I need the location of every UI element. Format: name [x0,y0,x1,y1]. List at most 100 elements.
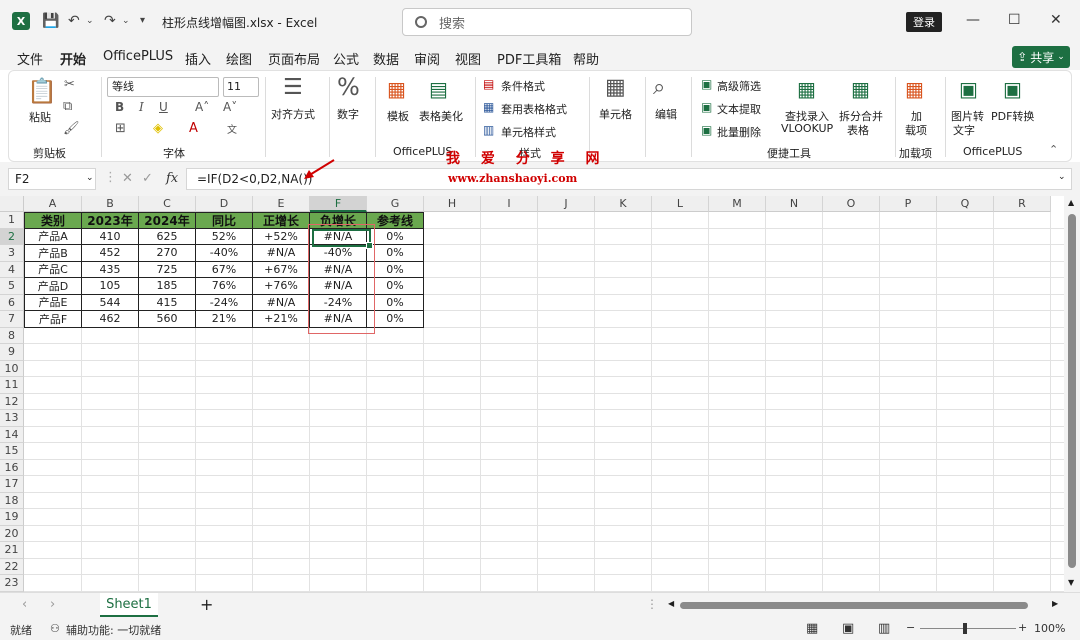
zoom-slider-thumb[interactable] [963,623,967,634]
table-format-button[interactable]: 套用表格格式 [501,101,567,117]
table-cell[interactable]: 76% [196,278,253,295]
table-header-cell[interactable]: 同比 [196,212,253,229]
table-cell[interactable]: 产品B [24,245,82,262]
table-cell[interactable]: 21% [196,311,253,328]
row-header[interactable]: 2 [0,228,24,245]
number-button[interactable]: 数字 [337,106,359,122]
column-header[interactable]: H [424,196,481,212]
copy-icon[interactable]: ⧉ [63,99,72,114]
table-cell[interactable]: 0% [367,278,424,295]
table-header-cell[interactable]: 2024年 [139,212,196,229]
name-box[interactable]: F2 [8,168,96,190]
pdf-convert-icon[interactable]: ▣ [1003,77,1022,101]
undo-icon[interactable]: ↶ [68,13,80,29]
close-icon[interactable]: ✕ [1050,12,1062,28]
table-cell[interactable]: 0% [367,261,424,278]
column-header[interactable]: M [709,196,766,212]
row-header[interactable]: 7 [0,311,24,328]
row-header[interactable]: 3 [0,245,24,262]
table-cell[interactable]: +21% [253,311,310,328]
column-header[interactable]: C [139,196,196,212]
row-header[interactable]: 13 [0,410,24,427]
table-header-cell[interactable]: 正增长 [253,212,310,229]
scroll-left-icon[interactable]: ◀ [668,599,674,608]
tab-help[interactable]: 帮助 [573,49,599,68]
scroll-right-icon[interactable]: ▶ [1052,599,1058,608]
align-button[interactable]: 对齐方式 [271,106,315,122]
font-size-select[interactable]: 11 [223,77,259,97]
customize-qat-icon[interactable]: ▾ [140,15,145,26]
table-cell[interactable]: 0% [367,294,424,311]
table-cell[interactable]: 产品E [24,294,82,311]
row-header[interactable]: 11 [0,377,24,394]
table-cell[interactable]: -40% [196,245,253,262]
add-sheet-icon[interactable]: + [200,595,213,614]
batch-delete-icon[interactable]: ▣ [701,123,712,137]
adv-filter-icon[interactable]: ▣ [701,77,712,91]
row-header[interactable]: 12 [0,393,24,410]
row-header[interactable]: 6 [0,294,24,311]
column-header[interactable]: D [196,196,253,212]
expand-formula-icon[interactable]: ⌄ [1058,172,1066,182]
table-cell[interactable]: -24% [196,294,253,311]
table-header-cell[interactable]: 类别 [24,212,82,229]
column-header[interactable]: E [253,196,310,212]
table-beautify-icon[interactable]: ▤ [429,77,448,101]
vertical-scroll-thumb[interactable] [1068,214,1076,568]
table-cell[interactable]: 产品F [24,311,82,328]
row-header[interactable]: 14 [0,426,24,443]
accessibility-status[interactable]: 辅助功能: 一切就绪 [66,622,161,638]
vlookup-icon[interactable]: ▦ [797,77,816,101]
percent-icon[interactable]: % [337,73,360,101]
column-header[interactable]: L [652,196,709,212]
table-cell[interactable]: #N/A [253,294,310,311]
login-button[interactable]: 登录 [906,12,942,32]
worksheet-grid[interactable]: A B C D E F G H I J K L M N O P Q R 1 2 3 4 5 6 7 8 9 10 11 12 13 14 15 1… [0,196,1064,592]
table-cell[interactable]: 产品C [24,261,82,278]
row-header[interactable]: 17 [0,476,24,493]
row-header[interactable]: 8 [0,327,24,344]
sheet-options-icon[interactable]: ⋮ [646,597,658,611]
column-header[interactable]: F [310,196,367,212]
normal-view-icon[interactable]: ▦ [806,621,818,636]
row-header[interactable]: 4 [0,261,24,278]
addins-icon[interactable]: ▦ [905,77,924,101]
enter-icon[interactable]: ✓ [142,171,153,186]
image-to-text-label-2[interactable]: 文字 [953,122,975,138]
page-break-view-icon[interactable]: ▥ [878,621,890,636]
vlookup-label-2[interactable]: VLOOKUP [781,122,833,135]
tab-page-layout[interactable]: 页面布局 [268,49,320,68]
decrease-font-icon[interactable]: A˅ [223,100,237,114]
font-name-select[interactable]: 等线 [107,77,219,97]
save-icon[interactable]: 💾 [42,13,59,29]
table-beautify-button[interactable]: 表格美化 [419,108,463,124]
cancel-icon[interactable]: ✕ [122,171,133,186]
font-color-icon[interactable]: A [189,121,198,136]
pdf-convert-button[interactable]: PDF转换 [991,108,1034,124]
cut-icon[interactable]: ✂ [64,77,75,92]
row-header[interactable]: 19 [0,509,24,526]
adv-filter-button[interactable]: 高级筛选 [717,78,761,94]
tab-formulas[interactable]: 公式 [333,49,359,68]
table-cell[interactable]: 452 [82,245,139,262]
edit-icon[interactable]: ⌕ [653,75,665,100]
table-cell[interactable]: 270 [139,245,196,262]
underline-icon[interactable]: U [159,100,168,114]
table-cell[interactable]: 产品D [24,278,82,295]
table-cell[interactable]: 625 [139,228,196,245]
addins-label-2[interactable]: 载项 [905,122,927,138]
text-extract-button[interactable]: 文本提取 [717,101,761,117]
row-header[interactable]: 18 [0,492,24,509]
template-icon[interactable]: ▦ [387,77,406,101]
template-button[interactable]: 模板 [387,108,409,124]
redo-icon[interactable]: ↷ [104,13,116,29]
vertical-scrollbar[interactable]: ▲ ▼ [1064,196,1080,592]
table-cell[interactable]: +76% [253,278,310,295]
search-box[interactable]: 搜索 [402,8,692,36]
table-cell[interactable]: #N/A [253,245,310,262]
table-header-cell[interactable]: 参考线 [367,212,424,229]
split-merge-label-2[interactable]: 表格 [847,122,869,138]
fill-color-icon[interactable]: ◈ [153,121,163,136]
tab-draw[interactable]: 绘图 [226,49,252,68]
tab-pdf-tools[interactable]: PDF工具箱 [497,49,561,68]
